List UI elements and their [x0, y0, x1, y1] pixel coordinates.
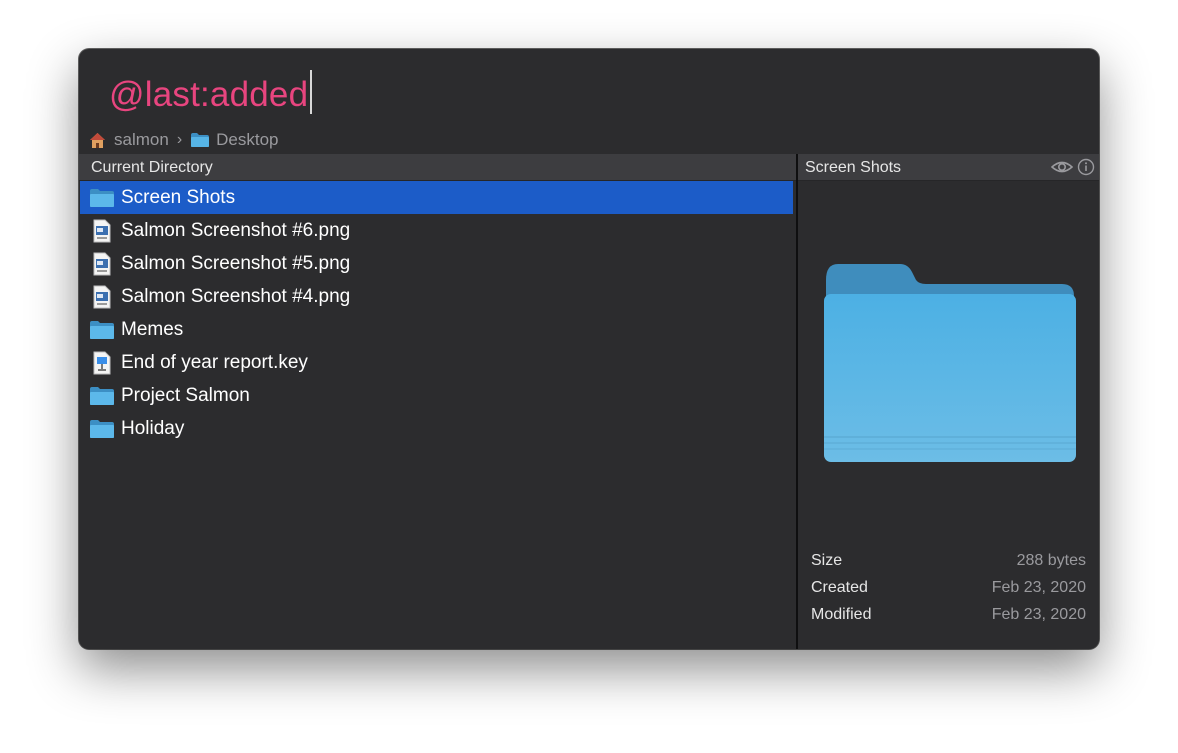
png-file-icon [89, 285, 115, 308]
query-input[interactable]: @last:added [109, 70, 313, 115]
breadcrumb-item-desktop[interactable]: Desktop [190, 130, 279, 150]
png-file-icon [89, 219, 115, 242]
list-item[interactable]: Screen Shots [80, 181, 793, 214]
list-item[interactable]: End of year report.key [80, 346, 793, 379]
file-list: Screen Shots Salmon Screenshot #6.png Sa… [79, 181, 796, 445]
breadcrumb: salmon › Desktop [89, 129, 279, 151]
file-name: Salmon Screenshot #4.png [121, 285, 351, 307]
preview-header: Screen Shots [798, 154, 1099, 181]
file-info: Size 288 bytes Created Feb 23, 2020 Modi… [811, 547, 1086, 628]
home-icon [90, 132, 105, 148]
file-name: Project Salmon [121, 384, 250, 406]
meta-row-created: Created Feb 23, 2020 [811, 574, 1086, 601]
meta-key: Created [811, 579, 868, 596]
info-icon[interactable] [1077, 158, 1095, 176]
list-item[interactable]: Salmon Screenshot #5.png [80, 247, 793, 280]
large-folder-icon [824, 264, 1076, 462]
folder-icon [89, 187, 115, 209]
preview-pane: Screen Shots Size 288 bytes Created Feb … [798, 154, 1099, 649]
file-name: Holiday [121, 417, 185, 439]
file-name: End of year report.key [121, 351, 308, 373]
file-name: Memes [121, 318, 184, 340]
breadcrumb-label: Desktop [216, 130, 279, 149]
current-directory-pane: Current Directory Screen Shots Salmon Sc… [79, 154, 796, 649]
meta-row-modified: Modified Feb 23, 2020 [811, 601, 1086, 628]
meta-value: Feb 23, 2020 [991, 606, 1086, 623]
folder-icon [89, 319, 115, 341]
meta-key: Size [811, 552, 843, 569]
pane-header: Current Directory [79, 154, 796, 181]
meta-row-size: Size 288 bytes [811, 547, 1086, 574]
query-bar[interactable]: @last:added [79, 49, 1099, 129]
list-item[interactable]: Salmon Screenshot #6.png [80, 214, 793, 247]
meta-value: 288 bytes [1016, 552, 1086, 569]
text-caret [310, 70, 313, 114]
folder-icon [89, 418, 115, 440]
eye-icon[interactable] [1051, 158, 1073, 176]
meta-value: Feb 23, 2020 [991, 579, 1086, 596]
folder-icon [191, 133, 210, 147]
app-window: @last:added salmon › Desktop Current Dir… [79, 49, 1099, 649]
list-item[interactable]: Memes [80, 313, 793, 346]
chevron-right-icon: › [176, 131, 183, 148]
folder-icon [89, 385, 115, 407]
preview-title: Screen Shots [805, 159, 902, 176]
query-text: @last:added [109, 75, 309, 114]
meta-key: Modified [811, 606, 872, 623]
file-name: Screen Shots [121, 186, 236, 208]
file-name: Salmon Screenshot #5.png [121, 252, 351, 274]
breadcrumb-label: salmon [114, 130, 169, 149]
file-name: Salmon Screenshot #6.png [121, 219, 351, 241]
list-item[interactable]: Salmon Screenshot #4.png [80, 280, 793, 313]
list-item[interactable]: Holiday [80, 412, 793, 445]
list-item[interactable]: Project Salmon [80, 379, 793, 412]
png-file-icon [89, 252, 115, 275]
keynote-file-icon [89, 351, 115, 374]
breadcrumb-item-home[interactable]: salmon [89, 130, 169, 150]
